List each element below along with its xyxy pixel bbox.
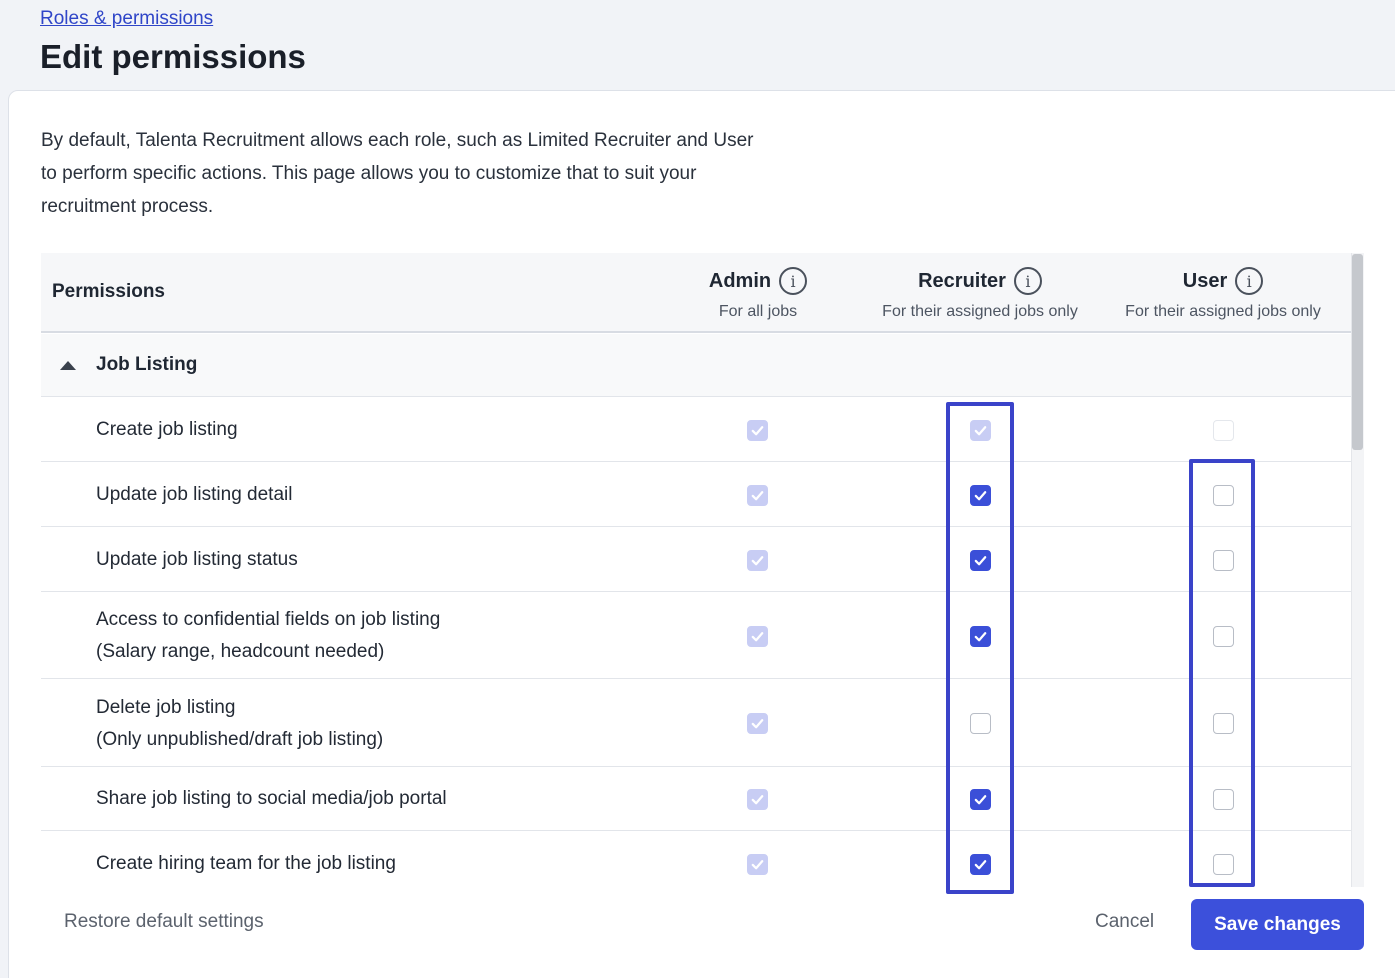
permissions-table: Permissions Admin i For all jobs Recruit… <box>41 253 1351 887</box>
table-row: Update job listing status <box>41 528 1351 592</box>
role-scope: For their assigned jobs only <box>1125 303 1321 320</box>
permission-name: Update job listing status <box>96 549 298 570</box>
check-icon <box>751 794 764 804</box>
permission-name: Access to confidential fields on job lis… <box>96 609 441 630</box>
user-permission-checkbox[interactable] <box>1213 549 1234 571</box>
role-name: Recruiter <box>918 269 1006 292</box>
user-permission-checkbox[interactable] <box>1213 625 1234 647</box>
permission-note: (Only unpublished/draft job listing) <box>96 728 384 750</box>
role-scope: For their assigned jobs only <box>882 303 1078 320</box>
check-icon <box>751 859 764 869</box>
recruiter-permission-checkbox[interactable] <box>970 484 991 506</box>
caret-up-icon[interactable] <box>60 361 76 370</box>
table-row: Create hiring team for the job listing <box>41 832 1351 887</box>
check-icon <box>974 425 987 435</box>
cancel-button[interactable]: Cancel <box>1095 911 1154 933</box>
recruiter-permission-checkbox[interactable] <box>970 713 991 734</box>
user-permission-checkbox[interactable] <box>1213 853 1234 875</box>
permission-name: Create job listing <box>96 419 238 440</box>
user-permission-checkbox[interactable] <box>1213 484 1234 506</box>
page-title: Edit permissions <box>40 38 306 75</box>
table-header: Permissions Admin i For all jobs Recruit… <box>41 253 1351 333</box>
permission-label: Create hiring team for the job listing <box>96 848 396 880</box>
permission-label: Create job listing <box>96 414 238 446</box>
admin-permission-checkbox <box>747 713 768 734</box>
user-column-header: User i For their assigned jobs only <box>1103 266 1343 321</box>
check-icon <box>974 631 987 641</box>
check-icon <box>974 490 987 500</box>
permission-label: Share job listing to social media/job po… <box>96 783 447 815</box>
user-permission-checkbox <box>1213 419 1234 441</box>
check-icon <box>974 794 987 804</box>
table-row: Access to confidential fields on job lis… <box>41 593 1351 679</box>
save-changes-button[interactable]: Save changes <box>1191 899 1364 950</box>
info-icon[interactable]: i <box>1235 267 1264 295</box>
intro-text: By default, Talenta Recruitment allows e… <box>41 130 754 217</box>
permission-label: Update job listing status <box>96 544 298 576</box>
admin-column-header: Admin i For all jobs <box>658 266 858 321</box>
admin-permission-checkbox <box>747 549 768 571</box>
recruiter-permission-checkbox <box>970 419 991 441</box>
permission-note: (Salary range, headcount needed) <box>96 641 385 662</box>
restore-default-button[interactable]: Restore default settings <box>64 911 264 933</box>
admin-permission-checkbox <box>747 484 768 506</box>
admin-permission-checkbox <box>747 788 768 810</box>
permission-name: Delete job listing <box>96 696 236 718</box>
recruiter-permission-checkbox[interactable] <box>970 788 991 810</box>
check-icon <box>751 555 764 565</box>
user-permission-checkbox[interactable] <box>1213 713 1234 734</box>
table-row: Delete job listing (Only unpublished/draf… <box>41 680 1351 767</box>
table-row: Share job listing to social media/job po… <box>41 767 1351 831</box>
scrollbar-thumb[interactable] <box>1352 254 1363 450</box>
role-scope: For all jobs <box>718 303 798 320</box>
permissions-column-header: Permissions <box>52 281 165 302</box>
check-icon <box>751 490 764 500</box>
permission-label: Delete job listing (Only unpublished/draf… <box>96 692 383 756</box>
check-icon <box>751 719 764 729</box>
role-name: User <box>1182 269 1228 292</box>
recruiter-permission-checkbox[interactable] <box>970 625 991 647</box>
admin-permission-checkbox <box>747 625 768 647</box>
recruiter-column-header: Recruiter i For their assigned jobs only <box>860 266 1100 321</box>
permission-name: Share job listing to social media/job po… <box>96 788 447 809</box>
permission-name: Update job listing detail <box>96 484 293 505</box>
recruiter-permission-checkbox[interactable] <box>970 549 991 571</box>
info-icon[interactable]: i <box>1013 267 1042 295</box>
group-label: Job Listing <box>96 354 198 375</box>
permission-label: Access to confidential fields on job lis… <box>96 604 440 668</box>
info-icon[interactable]: i <box>779 267 808 295</box>
table-row: Create job listing <box>41 398 1351 462</box>
role-name: Admin <box>708 269 772 292</box>
admin-permission-checkbox <box>747 853 768 875</box>
check-icon <box>751 425 764 435</box>
permission-name: Create hiring team for the job listing <box>96 853 396 874</box>
breadcrumb-roles-permissions[interactable]: Roles & permissions <box>40 8 213 30</box>
check-icon <box>974 555 987 565</box>
recruiter-permission-checkbox[interactable] <box>970 853 991 875</box>
check-icon <box>974 859 987 869</box>
table-row: Update job listing detail <box>41 463 1351 527</box>
permission-label: Update job listing detail <box>96 479 292 511</box>
check-icon <box>751 631 764 641</box>
user-permission-checkbox[interactable] <box>1213 788 1234 810</box>
admin-permission-checkbox <box>747 419 768 441</box>
group-row-job-listing[interactable]: Job Listing <box>41 334 1351 397</box>
